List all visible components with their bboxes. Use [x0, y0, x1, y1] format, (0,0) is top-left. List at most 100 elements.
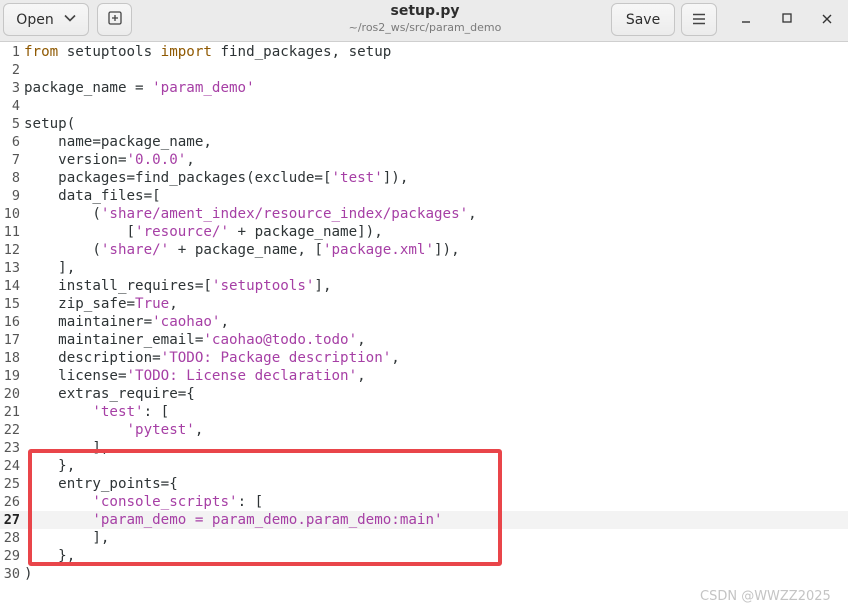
line-number: 14	[3, 278, 20, 294]
code-line[interactable]: 17 maintainer_email='caohao@todo.todo',	[0, 331, 848, 349]
string-token: 'resource/'	[135, 224, 230, 240]
line-text: description='TODO: Package description',	[24, 349, 400, 367]
code-token: packages=find_packages(exclude=[	[24, 170, 332, 186]
line-number: 17	[3, 332, 20, 348]
code-line[interactable]: 24 },	[0, 457, 848, 475]
line-text: zip_safe=True,	[24, 295, 178, 313]
code-line[interactable]: 22 'pytest',	[0, 421, 848, 439]
line-number: 13	[3, 260, 20, 276]
line-number: 18	[3, 350, 20, 366]
string-token: 'param_demo = param_demo.param_demo:main…	[92, 512, 443, 528]
code-line[interactable]: 18 description='TODO: Package descriptio…	[0, 349, 848, 367]
code-line[interactable]: 30)	[0, 565, 848, 583]
code-line[interactable]: 19 license='TODO: License declaration',	[0, 367, 848, 385]
line-text: ['resource/' + package_name]),	[24, 223, 383, 241]
line-number: 23	[3, 440, 20, 456]
window-title-area: setup.py ~/ros2_ws/src/param_demo	[300, 4, 550, 33]
line-number: 26	[3, 494, 20, 510]
save-button[interactable]: Save	[611, 3, 675, 36]
code-line[interactable]: 9 data_files=[	[0, 187, 848, 205]
line-number: 3	[11, 80, 20, 96]
line-number: 1	[11, 44, 20, 60]
code-token: license=	[24, 368, 127, 384]
line-number: 16	[3, 314, 20, 330]
line-text: },	[24, 457, 75, 475]
window-subtitle: ~/ros2_ws/src/param_demo	[348, 21, 502, 34]
code-line[interactable]: 7 version='0.0.0',	[0, 151, 848, 169]
code-line[interactable]: 25 entry_points={	[0, 475, 848, 493]
code-line[interactable]: 21 'test': [	[0, 403, 848, 421]
code-token: package_name =	[24, 80, 153, 96]
line-text: install_requires=['setuptools'],	[24, 277, 331, 295]
code-line[interactable]: 4	[0, 97, 848, 115]
code-line[interactable]: 14 install_requires=['setuptools'],	[0, 277, 848, 295]
code-token: data_files=[	[24, 188, 161, 204]
string-token: 'console_scripts'	[92, 494, 238, 510]
maximize-button[interactable]	[773, 6, 801, 34]
line-text: setup(	[24, 115, 75, 133]
menu-button[interactable]	[681, 3, 717, 36]
string-token: 'test'	[92, 404, 144, 420]
hamburger-menu-icon	[692, 10, 706, 29]
code-line[interactable]: 29 },	[0, 547, 848, 565]
line-number: 6	[11, 134, 20, 150]
line-text: ('share/' + package_name, ['package.xml'…	[24, 241, 459, 259]
code-line[interactable]: 20 extras_require={	[0, 385, 848, 403]
code-line[interactable]: 3 package_name = 'param_demo'	[0, 79, 848, 97]
code-line[interactable]: 28 ],	[0, 529, 848, 547]
code-area[interactable]: 1 from setuptools import find_packages, s…	[0, 43, 848, 583]
code-token: ],	[24, 440, 110, 456]
line-text: maintainer='caohao',	[24, 313, 229, 331]
string-token: 'test'	[331, 170, 383, 186]
new-tab-button[interactable]	[97, 3, 132, 36]
code-token: [	[24, 224, 136, 240]
code-token: ,	[169, 296, 178, 312]
constant-token: True	[135, 296, 170, 312]
line-number: 2	[11, 62, 20, 78]
line-number: 25	[3, 476, 20, 492]
code-line[interactable]: 12 ('share/' + package_name, ['package.x…	[0, 241, 848, 259]
code-line[interactable]: 23 ],	[0, 439, 848, 457]
line-text: name=package_name,	[24, 133, 212, 151]
minimize-button[interactable]	[732, 6, 760, 34]
line-number: 4	[11, 98, 20, 114]
text-editor[interactable]: 1 from setuptools import find_packages, s…	[0, 43, 848, 613]
line-text: license='TODO: License declaration',	[24, 367, 366, 385]
line-number: 8	[11, 170, 20, 186]
code-line[interactable]: 27 'param_demo = param_demo.param_demo:m…	[0, 511, 848, 529]
code-line[interactable]: 13 ],	[0, 259, 848, 277]
line-text: 'param_demo = param_demo.param_demo:main…	[24, 511, 443, 529]
line-text: maintainer_email='caohao@todo.todo',	[24, 331, 366, 349]
line-number: 27	[3, 512, 20, 528]
line-number: 7	[11, 152, 20, 168]
code-token: setup(	[24, 116, 76, 132]
line-text: ('share/ament_index/resource_index/packa…	[24, 205, 476, 223]
close-button[interactable]	[813, 6, 841, 34]
code-line[interactable]: 11 ['resource/' + package_name]),	[0, 223, 848, 241]
line-number: 24	[3, 458, 20, 474]
open-button[interactable]: Open	[3, 3, 89, 36]
code-line[interactable]: 16 maintainer='caohao',	[0, 313, 848, 331]
code-line[interactable]: 15 zip_safe=True,	[0, 295, 848, 313]
line-number: 12	[3, 242, 20, 258]
code-token: entry_points={	[24, 476, 178, 492]
line-text: 'pytest',	[24, 421, 204, 439]
code-token: description=	[24, 350, 161, 366]
code-token: + package_name]),	[229, 224, 383, 240]
code-line[interactable]: 26 'console_scripts': [	[0, 493, 848, 511]
code-line[interactable]: 10 ('share/ament_index/resource_index/pa…	[0, 205, 848, 223]
window-title: setup.py	[390, 3, 460, 19]
line-text: packages=find_packages(exclude=['test'])…	[24, 169, 408, 187]
code-line[interactable]: 6 name=package_name,	[0, 133, 848, 151]
code-token: ,	[357, 332, 366, 348]
code-line[interactable]: 1 from setuptools import find_packages, s…	[0, 43, 848, 61]
new-tab-icon	[107, 10, 123, 30]
line-text: 'test': [	[24, 403, 169, 421]
code-token: ,	[186, 152, 195, 168]
code-line[interactable]: 2	[0, 61, 848, 79]
keyword-token: import	[160, 44, 212, 60]
line-number: 10	[3, 206, 20, 222]
code-token: : [	[237, 494, 264, 510]
code-line[interactable]: 8 packages=find_packages(exclude=['test'…	[0, 169, 848, 187]
code-line[interactable]: 5 setup(	[0, 115, 848, 133]
